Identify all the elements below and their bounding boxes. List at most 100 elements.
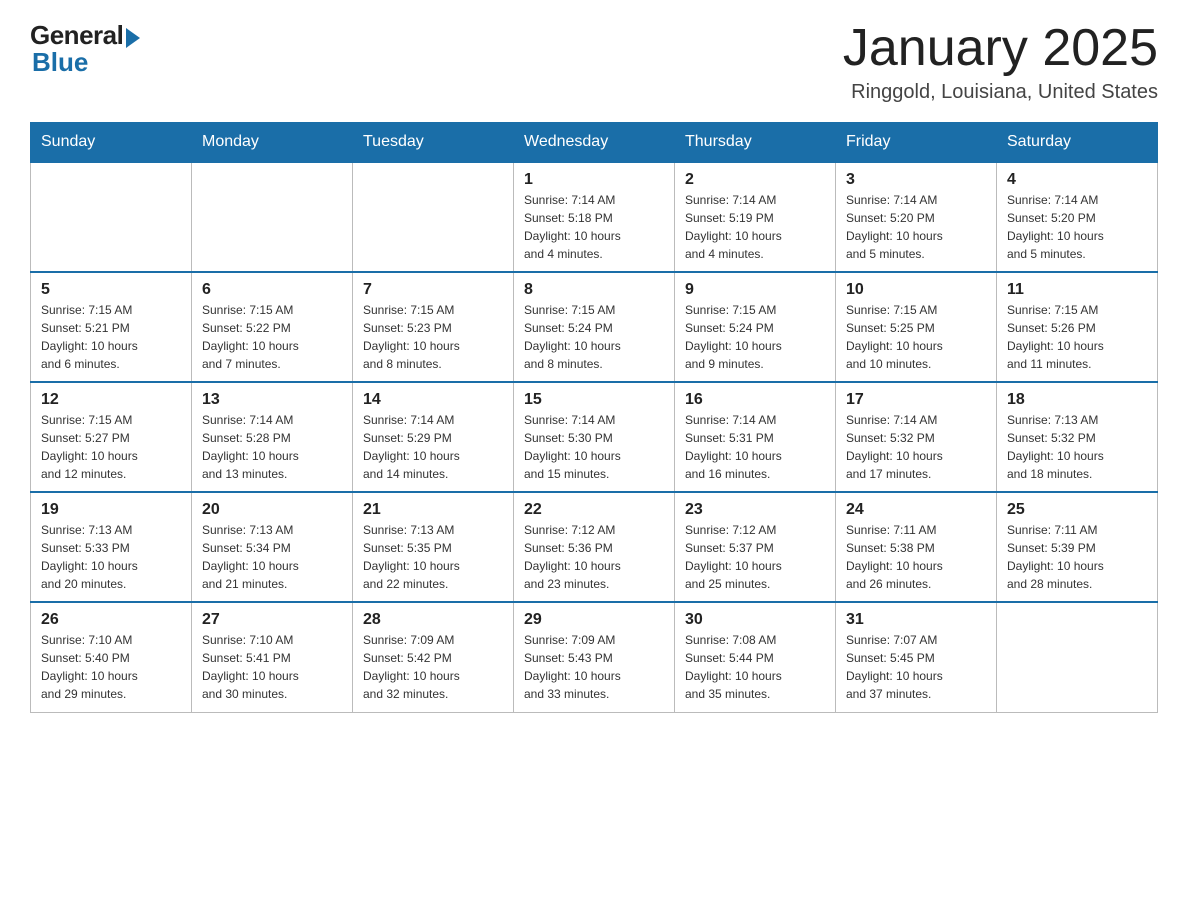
day-number: 4 <box>1007 171 1147 189</box>
day-number: 1 <box>524 171 664 189</box>
calendar-cell <box>997 602 1158 712</box>
day-info: Sunrise: 7:12 AMSunset: 5:36 PMDaylight:… <box>524 521 664 593</box>
calendar-cell: 26 Sunrise: 7:10 AMSunset: 5:40 PMDayligh… <box>31 602 192 712</box>
calendar-cell: 17Sunrise: 7:14 AMSunset: 5:32 PMDayligh… <box>836 382 997 492</box>
day-info: Sunrise: 7:11 AMSunset: 5:39 PMDaylight:… <box>1007 521 1147 593</box>
day-info: Sunrise: 7:15 AMSunset: 5:24 PMDaylight:… <box>685 301 825 373</box>
day-info: Sunrise: 7:14 AMSunset: 5:20 PMDaylight:… <box>846 191 986 263</box>
day-number: 16 <box>685 391 825 409</box>
day-info: Sunrise: 7:09 AMSunset: 5:42 PMDaylight:… <box>363 631 503 703</box>
calendar-cell: 5 Sunrise: 7:15 AMSunset: 5:21 PMDaylight… <box>31 272 192 382</box>
calendar-cell: 2 Sunrise: 7:14 AMSunset: 5:19 PMDaylight… <box>675 162 836 272</box>
day-info: Sunrise: 7:14 AMSunset: 5:20 PMDaylight:… <box>1007 191 1147 263</box>
calendar-header-monday: Monday <box>192 123 353 163</box>
day-info: Sunrise: 7:13 AMSunset: 5:32 PMDaylight:… <box>1007 411 1147 483</box>
logo: General Blue <box>30 20 140 78</box>
day-number: 23 <box>685 501 825 519</box>
calendar-table: SundayMondayTuesdayWednesdayThursdayFrid… <box>30 122 1158 713</box>
day-number: 15 <box>524 391 664 409</box>
day-info: Sunrise: 7:14 AMSunset: 5:30 PMDaylight:… <box>524 411 664 483</box>
calendar-cell: 11Sunrise: 7:15 AMSunset: 5:26 PMDayligh… <box>997 272 1158 382</box>
logo-blue-text: Blue <box>32 47 88 78</box>
day-number: 21 <box>363 501 503 519</box>
calendar-week-row: 19 Sunrise: 7:13 AMSunset: 5:33 PMDayligh… <box>31 492 1158 602</box>
calendar-cell: 7 Sunrise: 7:15 AMSunset: 5:23 PMDaylight… <box>353 272 514 382</box>
calendar-header-friday: Friday <box>836 123 997 163</box>
day-info: Sunrise: 7:15 AMSunset: 5:23 PMDaylight:… <box>363 301 503 373</box>
calendar-cell: 31 Sunrise: 7:07 AMSunset: 5:45 PMDayligh… <box>836 602 997 712</box>
day-info: Sunrise: 7:13 AMSunset: 5:33 PMDaylight:… <box>41 521 181 593</box>
calendar-cell: 21 Sunrise: 7:13 AMSunset: 5:35 PMDayligh… <box>353 492 514 602</box>
day-number: 11 <box>1007 281 1147 299</box>
calendar-cell: 16 Sunrise: 7:14 AMSunset: 5:31 PMDayligh… <box>675 382 836 492</box>
day-number: 14 <box>363 391 503 409</box>
calendar-cell <box>31 162 192 272</box>
day-number: 27 <box>202 611 342 629</box>
calendar-week-row: 12Sunrise: 7:15 AMSunset: 5:27 PMDayligh… <box>31 382 1158 492</box>
day-info: Sunrise: 7:13 AMSunset: 5:34 PMDaylight:… <box>202 521 342 593</box>
day-info: Sunrise: 7:12 AMSunset: 5:37 PMDaylight:… <box>685 521 825 593</box>
day-info: Sunrise: 7:09 AMSunset: 5:43 PMDaylight:… <box>524 631 664 703</box>
calendar-week-row: 5 Sunrise: 7:15 AMSunset: 5:21 PMDaylight… <box>31 272 1158 382</box>
calendar-cell: 19 Sunrise: 7:13 AMSunset: 5:33 PMDayligh… <box>31 492 192 602</box>
calendar-header-saturday: Saturday <box>997 123 1158 163</box>
calendar-cell: 6 Sunrise: 7:15 AMSunset: 5:22 PMDaylight… <box>192 272 353 382</box>
day-info: Sunrise: 7:10 AMSunset: 5:40 PMDaylight:… <box>41 631 181 703</box>
day-number: 20 <box>202 501 342 519</box>
calendar-week-row: 1 Sunrise: 7:14 AMSunset: 5:18 PMDaylight… <box>31 162 1158 272</box>
calendar-cell: 28 Sunrise: 7:09 AMSunset: 5:42 PMDayligh… <box>353 602 514 712</box>
calendar-cell: 22 Sunrise: 7:12 AMSunset: 5:36 PMDayligh… <box>514 492 675 602</box>
calendar-cell: 3 Sunrise: 7:14 AMSunset: 5:20 PMDaylight… <box>836 162 997 272</box>
calendar-cell: 18 Sunrise: 7:13 AMSunset: 5:32 PMDayligh… <box>997 382 1158 492</box>
day-number: 19 <box>41 501 181 519</box>
calendar-cell: 20 Sunrise: 7:13 AMSunset: 5:34 PMDayligh… <box>192 492 353 602</box>
calendar-cell <box>353 162 514 272</box>
calendar-cell: 29Sunrise: 7:09 AMSunset: 5:43 PMDayligh… <box>514 602 675 712</box>
day-info: Sunrise: 7:14 AMSunset: 5:31 PMDaylight:… <box>685 411 825 483</box>
calendar-cell: 10Sunrise: 7:15 AMSunset: 5:25 PMDayligh… <box>836 272 997 382</box>
calendar-header-tuesday: Tuesday <box>353 123 514 163</box>
calendar-cell: 13Sunrise: 7:14 AMSunset: 5:28 PMDayligh… <box>192 382 353 492</box>
day-number: 7 <box>363 281 503 299</box>
day-info: Sunrise: 7:08 AMSunset: 5:44 PMDaylight:… <box>685 631 825 703</box>
day-number: 8 <box>524 281 664 299</box>
calendar-header-wednesday: Wednesday <box>514 123 675 163</box>
day-info: Sunrise: 7:14 AMSunset: 5:32 PMDaylight:… <box>846 411 986 483</box>
day-info: Sunrise: 7:14 AMSunset: 5:19 PMDaylight:… <box>685 191 825 263</box>
day-number: 24 <box>846 501 986 519</box>
day-number: 3 <box>846 171 986 189</box>
day-number: 13 <box>202 391 342 409</box>
day-number: 18 <box>1007 391 1147 409</box>
day-number: 22 <box>524 501 664 519</box>
day-number: 6 <box>202 281 342 299</box>
calendar-header-thursday: Thursday <box>675 123 836 163</box>
calendar-cell: 30Sunrise: 7:08 AMSunset: 5:44 PMDayligh… <box>675 602 836 712</box>
day-number: 31 <box>846 611 986 629</box>
day-info: Sunrise: 7:07 AMSunset: 5:45 PMDaylight:… <box>846 631 986 703</box>
calendar-week-row: 26 Sunrise: 7:10 AMSunset: 5:40 PMDayligh… <box>31 602 1158 712</box>
page-title: January 2025 <box>843 20 1158 77</box>
day-number: 5 <box>41 281 181 299</box>
day-number: 25 <box>1007 501 1147 519</box>
calendar-cell <box>192 162 353 272</box>
day-number: 10 <box>846 281 986 299</box>
day-info: Sunrise: 7:14 AMSunset: 5:29 PMDaylight:… <box>363 411 503 483</box>
calendar-cell: 24Sunrise: 7:11 AMSunset: 5:38 PMDayligh… <box>836 492 997 602</box>
logo-arrow-icon <box>126 28 140 48</box>
day-info: Sunrise: 7:14 AMSunset: 5:18 PMDaylight:… <box>524 191 664 263</box>
calendar-cell: 14 Sunrise: 7:14 AMSunset: 5:29 PMDayligh… <box>353 382 514 492</box>
calendar-cell: 12Sunrise: 7:15 AMSunset: 5:27 PMDayligh… <box>31 382 192 492</box>
day-info: Sunrise: 7:15 AMSunset: 5:22 PMDaylight:… <box>202 301 342 373</box>
day-info: Sunrise: 7:15 AMSunset: 5:27 PMDaylight:… <box>41 411 181 483</box>
calendar-cell: 1 Sunrise: 7:14 AMSunset: 5:18 PMDaylight… <box>514 162 675 272</box>
day-info: Sunrise: 7:13 AMSunset: 5:35 PMDaylight:… <box>363 521 503 593</box>
page-header: General Blue January 2025 Ringgold, Loui… <box>30 20 1158 104</box>
calendar-cell: 25 Sunrise: 7:11 AMSunset: 5:39 PMDayligh… <box>997 492 1158 602</box>
day-number: 26 <box>41 611 181 629</box>
calendar-cell: 4 Sunrise: 7:14 AMSunset: 5:20 PMDaylight… <box>997 162 1158 272</box>
day-info: Sunrise: 7:15 AMSunset: 5:21 PMDaylight:… <box>41 301 181 373</box>
title-block: January 2025 Ringgold, Louisiana, United… <box>843 20 1158 104</box>
day-number: 2 <box>685 171 825 189</box>
day-number: 28 <box>363 611 503 629</box>
calendar-cell: 23 Sunrise: 7:12 AMSunset: 5:37 PMDayligh… <box>675 492 836 602</box>
